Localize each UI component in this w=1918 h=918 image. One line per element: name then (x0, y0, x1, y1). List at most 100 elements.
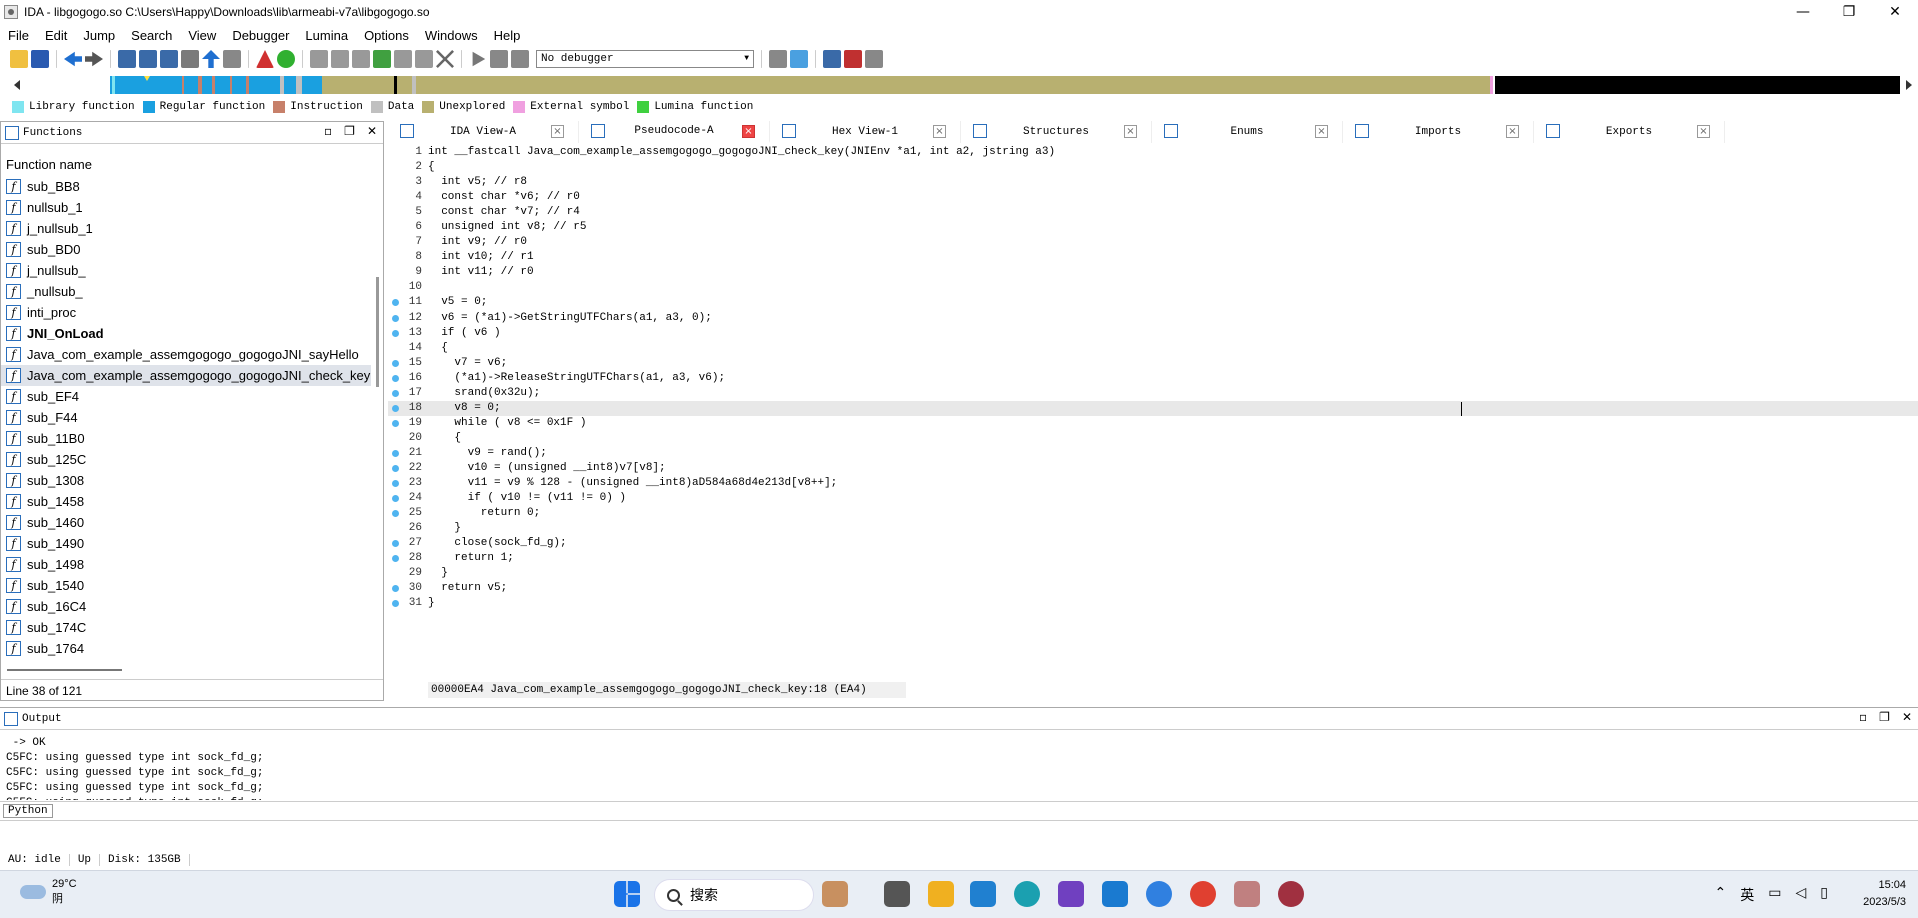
code-line[interactable]: 1 int __fastcall Java_com_example_assemgo… (388, 145, 1918, 160)
output-float-button[interactable]: ▫ (1859, 710, 1867, 724)
code-line[interactable]: 22 v10 = (unsigned __int8)v7[v8]; (388, 461, 1918, 476)
add-icon[interactable] (373, 50, 391, 68)
function-row[interactable]: f sub_1540 (1, 575, 371, 596)
function-row[interactable]: f JNI_OnLoad (1, 323, 371, 344)
tab-ida-view-a[interactable]: IDA View-A × (388, 121, 579, 143)
function-row[interactable]: f sub_174C (1, 617, 371, 638)
taskbar-search[interactable]: 搜索 (654, 879, 814, 911)
remove-breakpoint-icon[interactable] (865, 50, 883, 68)
function-row[interactable]: f sub_11B0 (1, 428, 371, 449)
output-restore-button[interactable]: ❐ (1879, 710, 1890, 724)
command-line[interactable]: Python (0, 801, 1918, 821)
xref-icon[interactable] (415, 50, 433, 68)
mark-icon[interactable] (223, 50, 241, 68)
code-line[interactable]: 18 v8 = 0; (388, 400, 1918, 416)
function-row[interactable]: f sub_1490 (1, 533, 371, 554)
nav-left-arrow-icon[interactable] (14, 80, 20, 90)
edge-icon[interactable] (1014, 881, 1040, 907)
up-arrow-icon[interactable] (202, 50, 220, 68)
struct-icon[interactable] (310, 50, 328, 68)
step-over-icon[interactable] (790, 50, 808, 68)
search-binary-icon[interactable] (160, 50, 178, 68)
code-line[interactable]: 23 v11 = v9 % 128 - (unsigned __int8)aD5… (388, 476, 1918, 491)
function-row[interactable]: f nullsub_1 (1, 197, 371, 218)
function-name-column-header[interactable]: Function name (1, 154, 383, 174)
code-line[interactable]: 12 v6 = (*a1)->GetStringUTFChars(a1, a3,… (388, 311, 1918, 326)
function-row[interactable]: f sub_BB8 (1, 176, 371, 197)
copy-icon[interactable] (118, 50, 136, 68)
menu-jump[interactable]: Jump (75, 28, 123, 43)
code-line[interactable]: 27 close(sock_fd_g); (388, 536, 1918, 551)
news-widget-icon[interactable] (822, 881, 848, 907)
code-line[interactable]: 6 unsigned int v8; // r5 (388, 220, 1918, 235)
python-language-button[interactable]: Python (3, 804, 53, 818)
close-button[interactable]: ✕ (1872, 0, 1918, 24)
green-circle-icon[interactable] (277, 50, 295, 68)
stop-icon[interactable] (511, 50, 529, 68)
play-icon[interactable] (472, 51, 486, 67)
tab-close-icon[interactable]: × (1124, 125, 1137, 138)
code-line[interactable]: 10 (388, 280, 1918, 295)
pause-icon[interactable] (490, 50, 508, 68)
panel-float-button[interactable]: ▫ (324, 124, 332, 138)
volume-icon[interactable]: ◁ (1796, 885, 1807, 905)
ida-pro-icon[interactable] (1278, 881, 1304, 907)
function-row[interactable]: f sub_1458 (1, 491, 371, 512)
function-row[interactable]: f inti_proc (1, 302, 371, 323)
back-arrow-icon[interactable] (64, 51, 82, 67)
paste-icon[interactable] (139, 50, 157, 68)
panel-restore-button[interactable]: ❐ (344, 124, 355, 138)
function-row[interactable]: f sub_1460 (1, 512, 371, 533)
delete-icon[interactable] (436, 50, 454, 68)
tab-enums[interactable]: Enums × (1152, 121, 1343, 143)
nav-right-arrow-icon[interactable] (1906, 80, 1912, 90)
battery-icon[interactable]: ▯ (1820, 885, 1828, 905)
store-icon[interactable] (970, 881, 996, 907)
panel-close-button[interactable]: ✕ (367, 124, 377, 138)
code-line[interactable]: 31} (388, 596, 1918, 611)
code-line[interactable]: 15 v7 = v6; (388, 356, 1918, 371)
code-line[interactable]: 20 { (388, 431, 1918, 446)
code-line[interactable]: 9 int v11; // r0 (388, 265, 1918, 280)
code-line[interactable]: 13 if ( v6 ) (388, 326, 1918, 341)
function-row[interactable]: f j_nullsub_1 (1, 218, 371, 239)
enum-icon[interactable] (331, 50, 349, 68)
windows-start-icon[interactable] (614, 881, 640, 907)
code-line[interactable]: 3 int v5; // r8 (388, 175, 1918, 190)
tray-overflow-icon[interactable]: ⌃ (1715, 885, 1727, 905)
file-explorer-icon[interactable] (928, 881, 954, 907)
tab-close-icon[interactable]: × (1697, 125, 1710, 138)
chrome-icon[interactable] (1190, 881, 1216, 907)
code-line[interactable]: 4 const char *v6; // r0 (388, 190, 1918, 205)
menu-file[interactable]: File (0, 28, 37, 43)
navigation-band[interactable] (0, 72, 1918, 98)
forward-arrow-icon[interactable] (85, 51, 103, 67)
ime-indicator[interactable]: 英 (1740, 885, 1754, 905)
menu-view[interactable]: View (180, 28, 224, 43)
visual-studio-icon[interactable] (1058, 881, 1084, 907)
tab-structures[interactable]: Structures × (961, 121, 1152, 143)
app-icon[interactable] (1146, 881, 1172, 907)
debugger-select[interactable]: No debugger (536, 50, 754, 68)
code-line[interactable]: 7 int v9; // r0 (388, 235, 1918, 250)
function-row[interactable]: f Java_com_example_assemgogogo_gogogoJNI_… (1, 344, 371, 365)
save-icon[interactable] (31, 50, 49, 68)
tab-close-icon[interactable]: × (551, 125, 564, 138)
menu-edit[interactable]: Edit (37, 28, 75, 43)
weather-widget[interactable]: 29°C 阴 (20, 877, 77, 907)
warning-icon[interactable] (256, 50, 274, 68)
function-row[interactable]: f _nullsub_ (1, 281, 371, 302)
tab-close-icon[interactable]: × (1315, 125, 1328, 138)
function-row[interactable]: f sub_BD0 (1, 239, 371, 260)
code-line[interactable]: 8 int v10; // r1 (388, 250, 1918, 265)
network-icon[interactable]: ▭ (1768, 885, 1781, 905)
code-line[interactable]: 5 const char *v7; // r4 (388, 205, 1918, 220)
code-line[interactable]: 19 while ( v8 <= 0x1F ) (388, 416, 1918, 431)
menu-options[interactable]: Options (356, 28, 417, 43)
function-list-hscrollbar[interactable] (7, 669, 122, 671)
function-row[interactable]: f sub_16C4 (1, 596, 371, 617)
step-into-icon[interactable] (769, 50, 787, 68)
breakpoint-list-icon[interactable] (823, 50, 841, 68)
menu-lumina[interactable]: Lumina (297, 28, 356, 43)
code-line[interactable]: 11 v5 = 0; (388, 295, 1918, 310)
